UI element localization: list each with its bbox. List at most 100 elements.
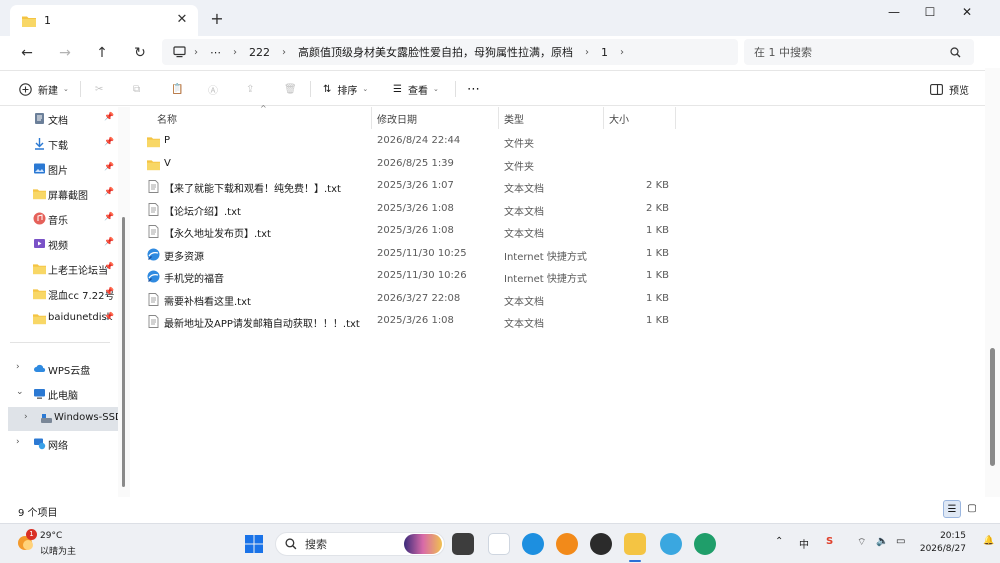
file-row[interactable]: V 2026/8/25 1:39 文件夹	[130, 154, 985, 176]
column-header-size[interactable]: 大小	[604, 107, 676, 129]
tiles-view-icon[interactable]: ▢	[963, 500, 981, 518]
paste-icon[interactable]: 📋	[171, 79, 183, 99]
new-label: 新建	[38, 85, 58, 97]
file-date: 2025/3/26 1:08	[377, 315, 454, 326]
delete-icon[interactable]: 🗑	[284, 79, 297, 99]
column-header-date[interactable]: 修改日期	[372, 107, 499, 129]
sidebar-item-videos[interactable]: 视频 📌	[0, 232, 118, 256]
sidebar-item-downloads[interactable]: 下载 📌	[0, 132, 118, 156]
breadcrumb-parent-folder[interactable]: 高颜值顶级身材美女露脸性爱自拍，母狗属性拉满，原档	[298, 44, 573, 60]
file-size: 1 KB	[646, 225, 669, 236]
chevron-right-icon[interactable]: ›	[24, 412, 28, 422]
edge-browser-icon[interactable]	[694, 533, 716, 555]
view-button[interactable]: ☰ 查看 ⌄	[393, 79, 439, 99]
sidebar-item-wps-cloud[interactable]: › WPS云盘	[0, 357, 118, 381]
battery-icon[interactable]: ▭	[896, 536, 905, 547]
address-bar[interactable]: › ⋯ › 222 › 高颜值顶级身材美女露脸性爱自拍，母狗属性拉满，原档 › …	[162, 39, 738, 65]
start-button[interactable]	[243, 533, 265, 555]
scrollbar-thumb[interactable]	[122, 217, 125, 487]
chevron-down-icon: ⌄	[362, 85, 369, 93]
breadcrumb-more[interactable]: ⋯	[210, 46, 221, 59]
show-hidden-icons-button[interactable]: ⌃	[775, 536, 783, 547]
app-icon-search[interactable]	[660, 533, 682, 555]
folder-icon	[33, 189, 46, 200]
chevron-right-icon[interactable]: ›	[16, 437, 20, 447]
clock[interactable]: 20:15 2026/8/27	[920, 530, 966, 556]
tab-close-icon[interactable]: ✕	[174, 12, 190, 28]
sidebar-item-documents[interactable]: 文档 📌	[0, 107, 118, 131]
chevron-right-icon: ›	[620, 46, 624, 58]
app-icon-baidu-netdisk[interactable]	[488, 533, 510, 555]
search-input[interactable]	[754, 45, 950, 59]
tab-1[interactable]: 1 ✕	[10, 5, 198, 36]
notification-bell-icon[interactable]: 🔔	[983, 536, 994, 546]
file-row[interactable]: 需要补档看这里.txt 2026/3/27 22:08 文本文档 1 KB	[130, 289, 985, 311]
minimize-button[interactable]: —	[876, 0, 912, 26]
weather-desc: 以晴为主	[40, 547, 77, 557]
file-name: 【论坛介绍】.txt	[164, 206, 241, 218]
file-size: 1 KB	[646, 270, 669, 281]
sidebar-item-cc-folder[interactable]: 混血cc 7.22号 📌	[0, 282, 118, 306]
details-view-icon[interactable]: ☰	[943, 500, 961, 518]
search-box[interactable]	[744, 39, 974, 65]
more-options-button[interactable]: ⋯	[467, 79, 480, 99]
file-row[interactable]: P 2026/8/24 22:44 文件夹	[130, 131, 985, 153]
sidebar-item-baidunetdisk[interactable]: baidunetdisk 📌	[0, 307, 118, 331]
volume-icon[interactable]: 🔈	[876, 536, 888, 547]
ime-indicator[interactable]: 中	[799, 536, 809, 551]
chevron-down-icon: ⌄	[63, 85, 69, 93]
file-date: 2026/8/25 1:39	[377, 157, 454, 169]
app-icon-media[interactable]	[556, 533, 578, 555]
file-row[interactable]: 【论坛介绍】.txt 2025/3/26 1:08 文本文档 2 KB	[130, 199, 985, 221]
chevron-down-icon[interactable]: ⌄	[16, 387, 24, 397]
file-type: Internet 快捷方式	[504, 274, 587, 285]
breadcrumb-current[interactable]: 1	[601, 46, 608, 59]
sort-button[interactable]: ⇅ 排序 ⌄	[323, 79, 368, 99]
new-tab-button[interactable]: +	[207, 9, 227, 29]
share-icon[interactable]: ⇪	[246, 79, 254, 99]
forward-arrow-icon[interactable]: →	[54, 42, 76, 64]
sidebar-item-network[interactable]: › 网络	[0, 432, 118, 456]
sidebar-item-this-pc[interactable]: ⌄ 此电脑	[0, 382, 118, 406]
column-header-type[interactable]: 类型	[499, 107, 604, 129]
sidebar-scrollbar[interactable]	[118, 107, 130, 497]
breadcrumb-222[interactable]: 222	[249, 46, 270, 59]
sidebar-item-forum-folder[interactable]: 上老王论坛当 📌	[0, 257, 118, 281]
file-row[interactable]: 更多资源 2025/11/30 10:25 Internet 快捷方式 1 KB	[130, 244, 985, 266]
rename-icon[interactable]: Ⓐ	[208, 79, 218, 99]
file-row[interactable]: 最新地址及APP请发邮箱自动获取！！！.txt 2025/3/26 1:08 文本文…	[130, 311, 985, 333]
sidebar-item-music[interactable]: 音乐 📌	[0, 207, 118, 231]
chevron-right-icon[interactable]: ›	[16, 362, 20, 372]
close-window-button[interactable]: ✕	[949, 0, 985, 26]
app-icon-browser[interactable]	[522, 533, 544, 555]
up-arrow-icon[interactable]: ↑	[91, 42, 113, 64]
sidebar-item-windows-ssd[interactable]: › Windows-SSD	[8, 407, 118, 431]
search-highlight-image	[404, 534, 442, 554]
refresh-icon[interactable]: ↻	[129, 42, 151, 64]
file-size: 1 KB	[646, 315, 669, 326]
column-header-name[interactable]: 名称 ^	[130, 104, 372, 129]
qq-icon[interactable]	[590, 533, 612, 555]
main-scrollbar[interactable]	[985, 68, 1000, 523]
maximize-button[interactable]: ☐	[912, 0, 948, 26]
sidebar-item-pictures[interactable]: 图片 📌	[0, 157, 118, 181]
taskbar-search[interactable]: 搜索	[275, 532, 445, 556]
sogou-ime-icon[interactable]: S	[826, 536, 833, 547]
scrollbar-thumb[interactable]	[990, 348, 995, 466]
sidebar-item-screenshots[interactable]: 屏幕截图 📌	[0, 182, 118, 206]
new-button[interactable]: 新建 ⌄	[19, 79, 69, 99]
file-explorer-taskbar-icon[interactable]	[624, 533, 646, 555]
file-row[interactable]: 【永久地址发布页】.txt 2025/3/26 1:08 文本文档 1 KB	[130, 221, 985, 243]
copy-icon[interactable]: ⧉	[133, 79, 140, 99]
cut-icon[interactable]: ✂	[95, 79, 103, 99]
file-row[interactable]: 手机党的福音 2025/11/30 10:26 Internet 快捷方式 1 KB	[130, 266, 985, 288]
folder-icon	[147, 159, 160, 170]
pin-icon: 📌	[104, 287, 114, 296]
folder-icon	[22, 16, 36, 27]
item-count: 9 个项目	[18, 508, 58, 519]
preview-button[interactable]: 预览	[930, 79, 969, 99]
wifi-icon[interactable]: ⌔	[857, 536, 866, 549]
task-view-icon[interactable]	[452, 533, 474, 555]
back-arrow-icon[interactable]: ←	[16, 42, 38, 64]
file-row[interactable]: 【来了就能下载和观看！纯免费！】.txt 2025/3/26 1:07 文本文档 2 …	[130, 176, 985, 198]
